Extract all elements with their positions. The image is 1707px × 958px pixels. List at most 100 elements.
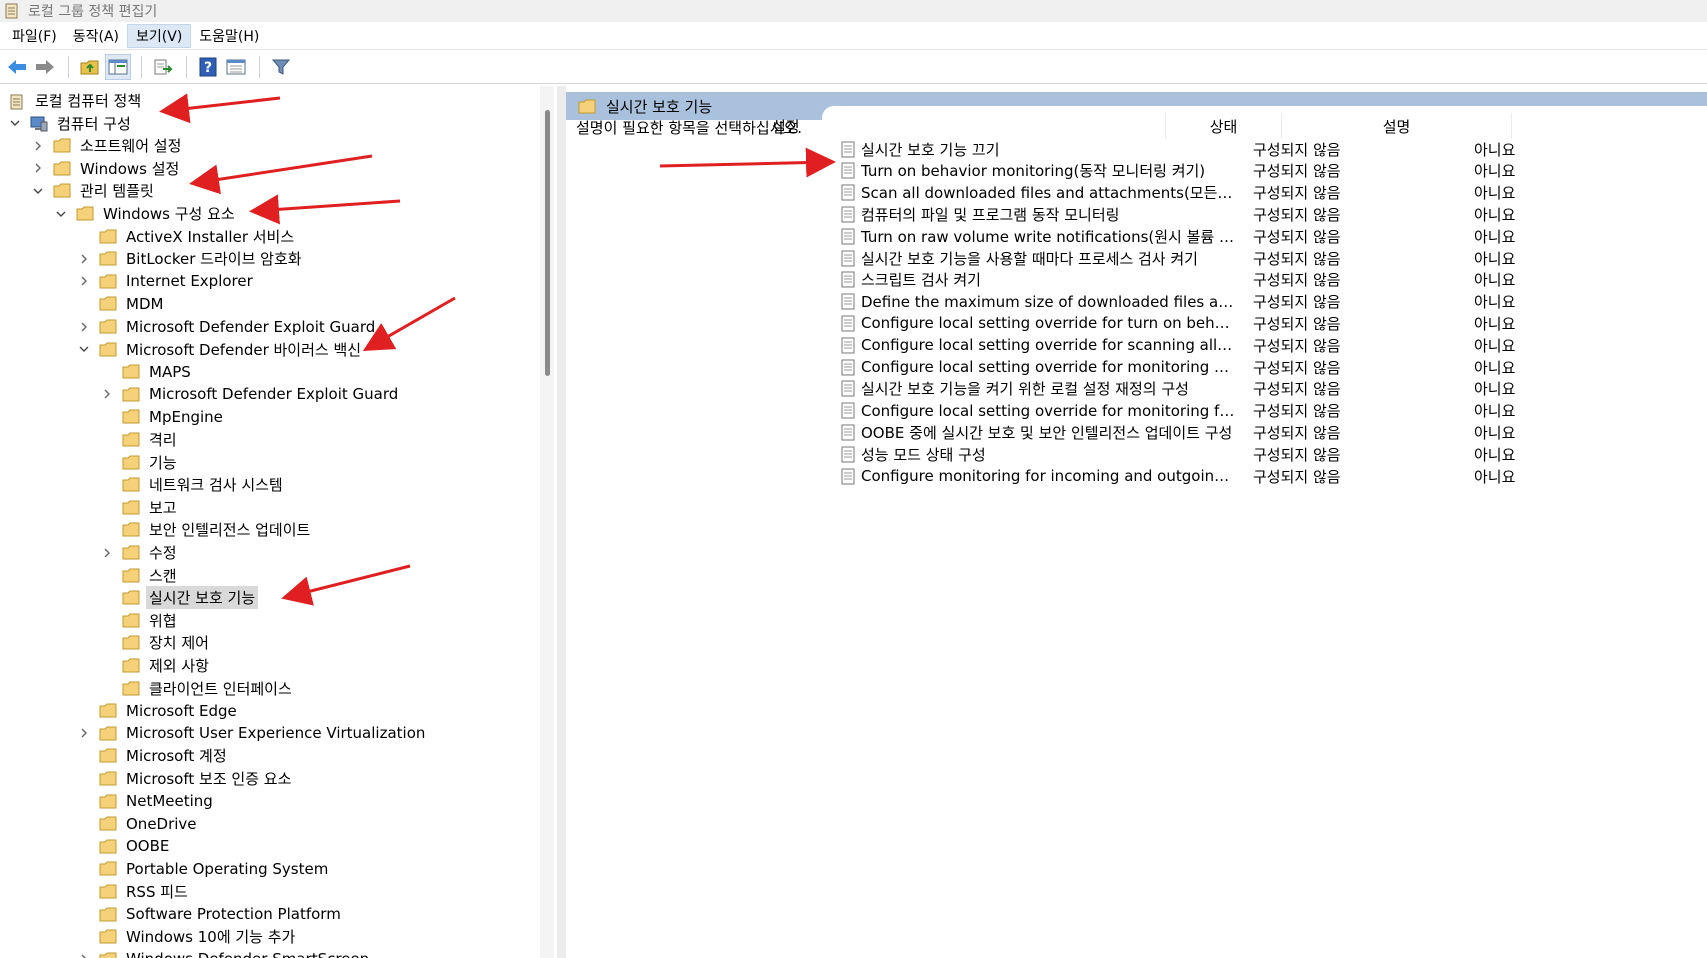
tree-item[interactable]: Internet Explorer: [77, 271, 256, 292]
tree-item[interactable]: MAPS: [100, 361, 194, 382]
tree-item[interactable]: 관리 템플릿: [31, 180, 157, 201]
chevron-down-icon[interactable]: [8, 116, 22, 130]
tree-item[interactable]: Windows 설정: [31, 158, 182, 179]
tree-item[interactable]: 격리: [100, 429, 180, 450]
column-header-state[interactable]: 상태: [1166, 113, 1282, 139]
setting-row[interactable]: Turn on raw volume write notifications(원…: [841, 225, 1707, 247]
chevron-right-icon[interactable]: [77, 952, 91, 958]
up-folder-button[interactable]: [77, 54, 103, 80]
chevron-down-icon[interactable]: [54, 207, 68, 221]
tree-item[interactable]: Microsoft Defender 바이러스 백신: [77, 339, 364, 360]
tree-item[interactable]: 네트워크 검사 시스템: [100, 474, 286, 495]
tree-scrollbar-thumb[interactable]: [545, 110, 550, 376]
menu-help[interactable]: 도움말(H): [191, 24, 267, 48]
setting-row[interactable]: Configure local setting override for mon…: [841, 356, 1707, 378]
tree-item[interactable]: OneDrive: [77, 813, 200, 834]
setting-row[interactable]: 실시간 보호 기능을 켜기 위한 로컬 설정 재정의 구성 구성되지 않음 아니요: [841, 378, 1707, 400]
tree-item[interactable]: BitLocker 드라이브 암호화: [77, 248, 305, 269]
setting-row[interactable]: Scan all downloaded files and attachment…: [841, 182, 1707, 204]
column-header-comment[interactable]: 설명: [1282, 113, 1512, 139]
export-list-button[interactable]: [150, 54, 176, 80]
tree-item[interactable]: Software Protection Platform: [77, 904, 344, 925]
pane-splitter[interactable]: [557, 86, 566, 958]
tree-item[interactable]: 로컬 컴퓨터 정책: [8, 90, 144, 111]
setting-row[interactable]: Configure local setting override for mon…: [841, 400, 1707, 422]
tree-item[interactable]: 보고: [100, 497, 180, 518]
tree-item[interactable]: 장치 제어: [100, 632, 212, 653]
tree-item[interactable]: 스캔: [100, 565, 180, 586]
tree-item[interactable]: MpEngine: [100, 406, 226, 427]
tree-item[interactable]: 컴퓨터 구성: [8, 113, 134, 134]
tree-item-label: Windows Defender SmartScreen: [123, 949, 372, 958]
tree-item[interactable]: 실시간 보호 기능: [100, 586, 259, 610]
tree-item[interactable]: Windows Defender SmartScreen: [77, 949, 372, 958]
chevron-right-icon[interactable]: [77, 274, 91, 288]
tree-item[interactable]: 제외 사항: [100, 655, 212, 676]
tree-item[interactable]: Microsoft Edge: [77, 700, 240, 721]
menu-file[interactable]: 파일(F): [4, 24, 65, 48]
tree-item[interactable]: RSS 피드: [77, 881, 191, 902]
tree-item[interactable]: 클라이언트 인터페이스: [100, 678, 295, 699]
help-button[interactable]: ?: [195, 54, 221, 80]
chevron-right-icon[interactable]: [31, 161, 45, 175]
setting-name: OOBE 중에 실시간 보호 및 보안 인텔리전스 업데이트 구성: [861, 423, 1233, 442]
menu-action[interactable]: 동작(A): [65, 24, 127, 48]
chevron-right-icon[interactable]: [77, 252, 91, 266]
tree-item[interactable]: 소프트웨어 설정: [31, 135, 184, 156]
tree-pane[interactable]: 로컬 컴퓨터 정책 컴퓨터 구성 소프트웨어 설정 Windows 설정 관리 템플릿 W…: [0, 86, 566, 958]
setting-row[interactable]: OOBE 중에 실시간 보호 및 보안 인텔리전스 업데이트 구성 구성되지 않음…: [841, 421, 1707, 443]
setting-row[interactable]: Turn on behavior monitoring(동작 모니터링 켜기) 구…: [841, 160, 1707, 182]
tree-item[interactable]: Microsoft Defender Exploit Guard: [77, 316, 378, 337]
gpedit-window: 로컬 그룹 정책 편집기 파일(F) 동작(A) 보기(V) 도움말(H) ? …: [0, 0, 1707, 958]
tree-item[interactable]: ActiveX Installer 서비스: [77, 226, 297, 247]
tree-item[interactable]: Microsoft User Experience Virtualization: [77, 723, 428, 744]
setting-row[interactable]: 컴퓨터의 파일 및 프로그램 동작 모니터링 구성되지 않음 아니요: [841, 203, 1707, 225]
tree-item[interactable]: 수정: [100, 542, 180, 563]
tree-item[interactable]: 보안 인텔리전스 업데이트: [100, 519, 313, 540]
tree-item[interactable]: MDM: [77, 293, 166, 314]
setting-row[interactable]: Define the maximum size of downloaded fi…: [841, 291, 1707, 313]
chevron-right-icon[interactable]: [31, 139, 45, 153]
setting-row[interactable]: 스크립트 검사 켜기 구성되지 않음 아니요: [841, 269, 1707, 291]
tree-item[interactable]: Microsoft 계정: [77, 745, 230, 766]
tree-item[interactable]: Microsoft 보조 인증 요소: [77, 768, 294, 789]
setting-name: 성능 모드 상태 구성: [861, 445, 986, 464]
column-setting-label: 설정: [772, 117, 800, 136]
tree-item[interactable]: 기능: [100, 452, 180, 473]
tree-item[interactable]: Microsoft Defender Exploit Guard: [100, 384, 401, 405]
chevron-right-icon[interactable]: [77, 320, 91, 334]
chevron-down-icon[interactable]: [77, 342, 91, 356]
back-button[interactable]: [4, 54, 30, 80]
properties-button[interactable]: [223, 54, 249, 80]
tree-item[interactable]: Windows 10에 기능 추가: [77, 926, 298, 947]
description-text: 설명이 필요한 항목을 선택하십시오.: [576, 119, 803, 137]
setting-row[interactable]: Configure local setting override for sca…: [841, 334, 1707, 356]
menu-view[interactable]: 보기(V): [127, 23, 192, 48]
setting-row[interactable]: 실시간 보호 기능을 사용할 때마다 프로세스 검사 켜기 구성되지 않음 아니요: [841, 247, 1707, 269]
tree-item[interactable]: Portable Operating System: [77, 858, 331, 879]
chevron-right-icon[interactable]: [77, 726, 91, 740]
tree-item[interactable]: OOBE: [77, 836, 172, 857]
setting-state: 구성되지 않음: [1253, 293, 1341, 312]
chevron-right-icon[interactable]: [100, 387, 114, 401]
setting-row[interactable]: Configure local setting override for tur…: [841, 312, 1707, 334]
filter-button[interactable]: [268, 54, 294, 80]
tree-item[interactable]: Windows 구성 요소: [54, 203, 238, 224]
chevron-right-icon[interactable]: [100, 546, 114, 560]
forward-button[interactable]: [32, 54, 58, 80]
setting-comment: 아니요: [1474, 314, 1516, 333]
column-header-setting[interactable]: 설정: [772, 113, 1166, 139]
tree-item[interactable]: 위협: [100, 610, 180, 631]
setting-state: 구성되지 않음: [1253, 402, 1341, 421]
tree-item[interactable]: NetMeeting: [77, 791, 216, 812]
chevron-down-icon[interactable]: [31, 184, 45, 198]
setting-row[interactable]: 성능 모드 상태 구성 구성되지 않음 아니요: [841, 443, 1707, 465]
setting-row[interactable]: 실시간 보호 기능 끄기 구성되지 않음 아니요: [841, 138, 1707, 160]
setting-row[interactable]: Configure monitoring for incoming and ou…: [841, 465, 1707, 487]
tree-scrollbar[interactable]: [540, 86, 554, 958]
show-hide-tree-button[interactable]: [105, 54, 131, 80]
column-state-label: 상태: [1209, 117, 1238, 136]
setting-doc-icon: [841, 141, 855, 157]
